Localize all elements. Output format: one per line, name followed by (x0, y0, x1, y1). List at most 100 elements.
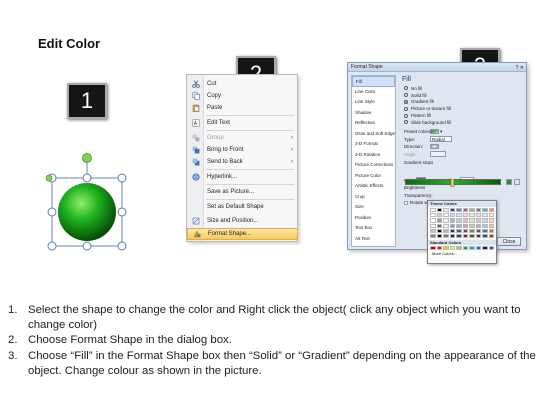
category-item[interactable]: Picture Color (352, 171, 395, 182)
color-swatch[interactable] (449, 228, 455, 233)
color-swatch[interactable] (462, 213, 468, 218)
color-swatch[interactable] (475, 218, 481, 223)
category-item[interactable]: Text Box (352, 223, 395, 234)
color-swatch[interactable] (469, 213, 475, 218)
color-swatch[interactable] (475, 246, 481, 251)
color-swatch[interactable] (456, 233, 462, 239)
color-swatch[interactable] (462, 223, 468, 228)
color-swatch[interactable] (469, 208, 475, 213)
color-swatch[interactable] (430, 246, 436, 251)
menu-item-size-position[interactable]: Size and Position... (187, 215, 298, 227)
color-swatch[interactable] (443, 246, 449, 251)
color-swatch[interactable] (488, 233, 494, 239)
color-swatch[interactable] (488, 208, 494, 213)
category-item[interactable]: Fill (352, 76, 395, 87)
color-swatch[interactable] (443, 233, 449, 239)
category-item[interactable]: 3-D Format (352, 139, 395, 150)
color-swatch[interactable] (449, 208, 455, 213)
menu-item-hyperlink[interactable]: Hyperlink... (187, 171, 298, 183)
color-swatch[interactable] (462, 208, 468, 213)
resize-handle[interactable] (47, 207, 57, 217)
resize-handle[interactable] (47, 241, 57, 251)
color-swatch[interactable] (449, 246, 455, 251)
resize-handle[interactable] (82, 241, 92, 251)
rotation-handle[interactable] (82, 153, 92, 163)
color-swatch[interactable] (449, 213, 455, 218)
preset-colors-dropdown[interactable] (430, 128, 439, 135)
color-swatch[interactable] (482, 218, 488, 223)
color-swatch[interactable] (488, 218, 494, 223)
selected-shape[interactable] (40, 148, 140, 258)
color-swatch[interactable] (488, 213, 494, 218)
color-swatch[interactable] (475, 228, 481, 233)
color-swatch[interactable] (475, 208, 481, 213)
color-swatch[interactable] (443, 213, 449, 218)
resize-handle[interactable] (117, 207, 127, 217)
color-swatch[interactable] (456, 208, 462, 213)
color-swatch[interactable] (482, 246, 488, 251)
fill-option[interactable]: Slide background fill (400, 119, 524, 126)
resize-handle[interactable] (117, 173, 127, 183)
remove-stop-button[interactable] (514, 179, 520, 185)
color-swatch[interactable] (449, 233, 455, 239)
color-swatch[interactable] (443, 218, 449, 223)
color-swatch[interactable] (430, 208, 436, 213)
color-swatch[interactable] (456, 246, 462, 251)
color-swatch[interactable] (436, 218, 442, 223)
fill-option[interactable]: Solid fill (400, 92, 524, 99)
color-swatch[interactable] (430, 223, 436, 228)
category-item[interactable]: Crop (352, 192, 395, 203)
color-swatch[interactable] (462, 246, 468, 251)
gradient-stops-bar[interactable] (405, 179, 501, 187)
color-swatch[interactable] (482, 228, 488, 233)
menu-item-bring-to-front[interactable]: Bring to Front › (187, 144, 298, 156)
radio-button[interactable] (404, 86, 408, 91)
color-swatch[interactable] (443, 228, 449, 233)
color-swatch[interactable] (456, 223, 462, 228)
green-ball[interactable] (58, 183, 116, 241)
color-swatch[interactable] (469, 246, 475, 251)
color-swatch[interactable] (469, 223, 475, 228)
category-item[interactable]: Position (352, 213, 395, 224)
category-item[interactable]: Alt Text (352, 234, 395, 245)
color-swatch[interactable] (430, 233, 436, 239)
menu-item-paste[interactable]: Paste (187, 102, 298, 114)
resize-handle[interactable] (82, 173, 92, 183)
color-swatch[interactable] (475, 233, 481, 239)
color-swatch[interactable] (469, 233, 475, 239)
fill-option[interactable]: Picture or texture fill (400, 105, 524, 112)
category-item[interactable]: Glow and Soft Edges (352, 129, 395, 140)
category-item[interactable]: Size (352, 202, 395, 213)
color-swatch[interactable] (469, 228, 475, 233)
color-swatch[interactable] (475, 223, 481, 228)
color-swatch[interactable] (482, 223, 488, 228)
color-swatch[interactable] (469, 218, 475, 223)
radio-button[interactable] (404, 113, 408, 118)
fill-option[interactable]: No fill (400, 85, 524, 92)
color-swatch[interactable] (436, 213, 442, 218)
menu-item-cut[interactable]: Cut (187, 78, 298, 90)
close-icon[interactable]: ? ✕ (516, 64, 524, 73)
rotate-checkbox[interactable] (404, 200, 408, 205)
color-swatch[interactable] (430, 213, 436, 218)
radio-button[interactable] (404, 120, 408, 125)
radio-button[interactable] (404, 99, 408, 104)
color-swatch[interactable] (488, 228, 494, 233)
category-item[interactable]: Line Color (352, 87, 395, 98)
color-swatch[interactable] (482, 233, 488, 239)
color-swatch[interactable] (443, 223, 449, 228)
color-swatch[interactable] (488, 246, 494, 251)
color-swatch[interactable] (436, 233, 442, 239)
adjust-handle[interactable] (45, 174, 53, 182)
category-item[interactable]: Picture Corrections (352, 160, 395, 171)
category-item[interactable]: Line Style (352, 97, 395, 108)
more-colors-link[interactable]: More Colors... (428, 251, 496, 257)
color-swatch[interactable] (482, 213, 488, 218)
type-dropdown[interactable]: Radial (430, 136, 452, 142)
color-swatch[interactable] (430, 218, 436, 223)
category-item[interactable]: Reflection (352, 118, 395, 129)
radio-button[interactable] (404, 106, 408, 111)
color-swatch[interactable] (456, 213, 462, 218)
category-item[interactable]: Shadow (352, 108, 395, 119)
menu-item-format-shape[interactable]: Format Shape... (187, 228, 298, 240)
